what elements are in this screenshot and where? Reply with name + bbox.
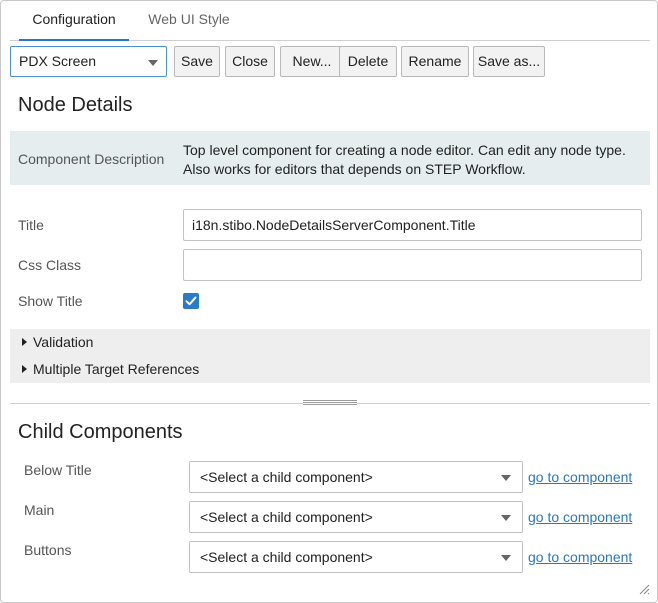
show-title-label: Show Title	[18, 293, 83, 309]
component-description-label: Component Description	[18, 151, 165, 167]
delete-button[interactable]: Delete	[339, 46, 397, 77]
buttons-select[interactable]: <Select a child component>	[189, 541, 523, 573]
main-label: Main	[24, 502, 55, 518]
tab-bar: Configuration Web UI Style	[10, 1, 650, 41]
chevron-down-icon	[501, 555, 511, 561]
save-button[interactable]: Save	[174, 46, 220, 77]
multiple-target-references-label: Multiple Target References	[33, 361, 200, 377]
below-title-label: Below Title	[24, 462, 92, 478]
triangle-right-icon	[22, 338, 27, 346]
node-details-title: Node Details	[18, 94, 133, 116]
multiple-target-references-toggle[interactable]: Multiple Target References	[22, 361, 199, 377]
chevron-down-icon	[148, 60, 158, 66]
main-select-value: <Select a child component>	[200, 509, 373, 525]
buttons-select-value: <Select a child component>	[200, 549, 373, 565]
title-label: Title	[18, 217, 44, 233]
resize-grip-icon[interactable]	[638, 583, 650, 595]
title-input[interactable]: i18n.stibo.NodeDetailsServerComponent.Ti…	[183, 209, 642, 241]
rename-button[interactable]: Rename	[401, 46, 469, 77]
css-class-input[interactable]	[183, 249, 642, 281]
screen-select-value: PDX Screen	[19, 53, 97, 69]
below-title-select[interactable]: <Select a child component>	[189, 461, 523, 493]
triangle-right-icon	[22, 365, 27, 373]
validation-section-toggle[interactable]: Validation	[22, 334, 93, 350]
below-title-select-value: <Select a child component>	[200, 469, 373, 485]
main-select[interactable]: <Select a child component>	[189, 501, 523, 533]
show-title-checkbox[interactable]	[183, 293, 199, 309]
tab-configuration[interactable]: Configuration	[19, 1, 129, 41]
go-to-component-link[interactable]: go to component	[528, 549, 632, 565]
save-as-button[interactable]: Save as...	[473, 46, 545, 77]
chevron-down-icon	[501, 475, 511, 481]
buttons-label: Buttons	[24, 542, 72, 558]
tab-web-ui-style[interactable]: Web UI Style	[137, 1, 241, 41]
child-components-title: Child Components	[18, 421, 183, 443]
validation-label: Validation	[33, 334, 94, 350]
component-description-panel: Component Description Top level componen…	[10, 131, 650, 185]
screen-select[interactable]: PDX Screen	[10, 46, 167, 77]
check-icon	[185, 296, 197, 306]
chevron-down-icon	[501, 515, 511, 521]
collapsible-sections: Validation Multiple Target References	[10, 329, 650, 383]
new-button[interactable]: New...	[280, 46, 344, 77]
css-class-label: Css Class	[18, 257, 82, 273]
go-to-component-link[interactable]: go to component	[528, 509, 632, 525]
go-to-component-link[interactable]: go to component	[528, 469, 632, 485]
close-button[interactable]: Close	[225, 46, 275, 77]
splitter-handle[interactable]	[303, 399, 357, 406]
configuration-panel: Configuration Web UI Style PDX Screen Sa…	[0, 0, 658, 603]
component-description-text: Top level component for creating a node …	[183, 142, 626, 177]
